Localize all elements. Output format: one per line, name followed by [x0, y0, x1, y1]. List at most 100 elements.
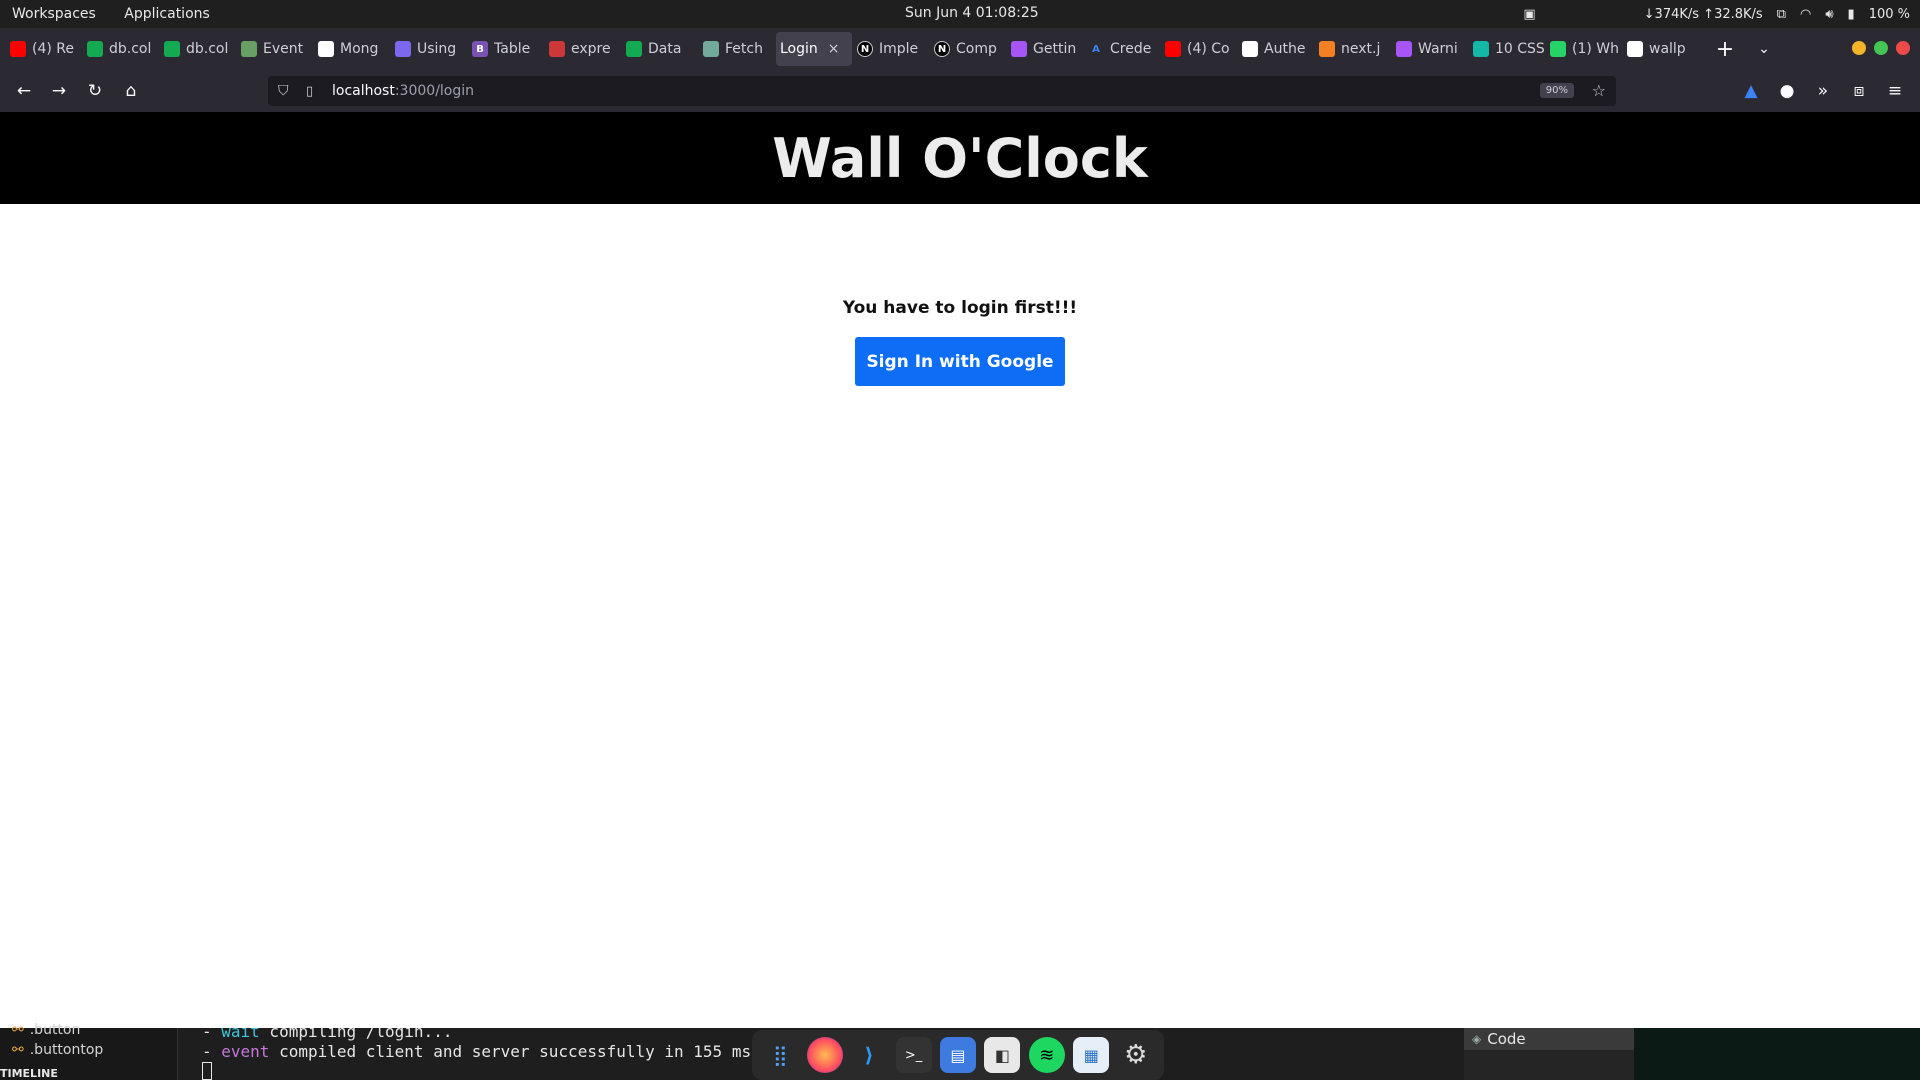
- browser-tab[interactable]: N Comp: [930, 32, 1006, 66]
- apps-grid-icon[interactable]: ⣿: [762, 1037, 798, 1073]
- workspaces-menu[interactable]: Workspaces: [12, 6, 96, 22]
- screenshot-icon[interactable]: ▣: [1523, 7, 1535, 22]
- outline-item[interactable]: ⚯ .buttontop: [12, 1042, 103, 1058]
- npm-icon: [549, 41, 565, 57]
- site-icon: [1011, 41, 1027, 57]
- firefox-icon[interactable]: [806, 1037, 843, 1073]
- browser-tab[interactable]: wallp: [1623, 32, 1699, 66]
- browser-tab[interactable]: (4) Re: [6, 32, 82, 66]
- libreoffice-icon[interactable]: ◧: [984, 1037, 1021, 1073]
- maximize-window-button[interactable]: [1874, 41, 1888, 55]
- symbol-class-icon: ⚯: [12, 1022, 24, 1038]
- address-bar[interactable]: ⛉ ▯ localhost:3000/login 90% ☆: [268, 76, 1616, 106]
- site-title: Wall O'Clock: [772, 126, 1148, 190]
- symbol-class-icon: ⚯: [12, 1042, 24, 1058]
- youtube-icon: [1165, 41, 1181, 57]
- account-avatar-icon[interactable]: ●: [1774, 78, 1800, 104]
- browser-tab[interactable]: (1) Wh: [1546, 32, 1622, 66]
- tab-label: (4) Re: [32, 41, 74, 57]
- volume-icon[interactable]: 🔊︎: [1825, 7, 1833, 22]
- terminal-cursor: [202, 1062, 212, 1080]
- tab-label: Fetch: [725, 41, 763, 57]
- page-info-icon[interactable]: ▯: [306, 84, 324, 99]
- browser-tab[interactable]: (4) Co: [1161, 32, 1237, 66]
- tab-label: Imple: [879, 41, 919, 57]
- files-icon[interactable]: ▤: [939, 1037, 976, 1073]
- writer-icon[interactable]: ▦: [1073, 1037, 1110, 1073]
- bookmark-star-icon[interactable]: ☆: [1592, 81, 1606, 100]
- browser-tab[interactable]: A Crede: [1084, 32, 1160, 66]
- minimize-window-button[interactable]: [1852, 41, 1866, 55]
- tab-label: Login: [780, 41, 818, 57]
- browser-tab[interactable]: B Table: [468, 32, 544, 66]
- battery-icon[interactable]: ▮: [1848, 7, 1855, 22]
- timeline-section-header[interactable]: TIMELINE: [0, 1067, 58, 1080]
- wifi-icon[interactable]: ◠: [1800, 7, 1811, 22]
- tab-label: Warni: [1418, 41, 1458, 57]
- extension-icon[interactable]: ▲: [1738, 78, 1764, 104]
- terminal-line: - event compiled client and server succe…: [202, 1042, 750, 1061]
- nodejs-icon: [241, 41, 257, 57]
- spotify-icon[interactable]: ≋: [1028, 1037, 1065, 1073]
- medium-icon: [318, 41, 334, 57]
- reload-icon[interactable]: ↻: [82, 78, 108, 104]
- browser-tab[interactable]: 10 CSS: [1469, 32, 1545, 66]
- tab-label: expre: [571, 41, 611, 57]
- zoom-level-badge[interactable]: 90%: [1539, 83, 1574, 98]
- browser-tab[interactable]: next.j: [1315, 32, 1391, 66]
- site-header: Wall O'Clock: [0, 112, 1920, 204]
- browser-tab[interactable]: Gettin: [1007, 32, 1083, 66]
- browser-tab[interactable]: expre: [545, 32, 621, 66]
- whatsapp-icon: [1550, 41, 1566, 57]
- clock[interactable]: Sun Jun 4 01:08:25: [905, 5, 1039, 21]
- close-window-button[interactable]: [1896, 41, 1910, 55]
- clipboard-icon[interactable]: ⧉: [1777, 7, 1786, 22]
- outline-item[interactable]: ⚯ .button: [12, 1022, 80, 1038]
- browser-tab[interactable]: db.col: [160, 32, 236, 66]
- close-tab-icon[interactable]: ×: [828, 41, 840, 57]
- battery-level: 100 %: [1868, 6, 1910, 22]
- browser-tab[interactable]: Warni: [1392, 32, 1468, 66]
- mongodb-icon: [626, 41, 642, 57]
- forward-arrow-icon[interactable]: →: [46, 78, 72, 104]
- browser-tab[interactable]: Login ×: [776, 32, 852, 66]
- browser-tab[interactable]: db.col: [83, 32, 159, 66]
- google-sign-in-button[interactable]: Sign In with Google: [855, 337, 1065, 386]
- browser-tab[interactable]: Data: [622, 32, 698, 66]
- settings-icon[interactable]: ⚙: [1118, 1037, 1154, 1073]
- new-tab-icon[interactable]: +: [1710, 37, 1740, 62]
- terminal-output[interactable]: - wait compiling /login... - event compi…: [190, 1028, 750, 1080]
- shield-icon[interactable]: ⛉: [278, 83, 296, 99]
- extensions-puzzle-icon[interactable]: ⧈: [1846, 78, 1872, 104]
- browser-tab[interactable]: Authe: [1238, 32, 1314, 66]
- applications-menu[interactable]: Applications: [124, 6, 210, 22]
- browser-tab[interactable]: N Imple: [853, 32, 929, 66]
- browser-tab[interactable]: Fetch: [699, 32, 775, 66]
- stackoverflow-icon: [1319, 41, 1335, 57]
- home-icon[interactable]: ⌂: [118, 78, 144, 104]
- overflow-chevrons-icon[interactable]: »: [1810, 78, 1836, 104]
- back-arrow-icon[interactable]: ←: [11, 78, 37, 104]
- tab-label: Crede: [1110, 41, 1152, 57]
- tab-list-chevron-icon[interactable]: ⌄: [1752, 41, 1776, 57]
- terminal-icon[interactable]: >_: [895, 1037, 932, 1073]
- browser-tab[interactable]: Mong: [314, 32, 390, 66]
- nextjs-icon: N: [934, 41, 950, 57]
- tab-label: Data: [648, 41, 682, 57]
- github-icon: [1242, 41, 1258, 57]
- url-text[interactable]: localhost:3000/login: [332, 83, 474, 99]
- youtube-icon: [10, 41, 26, 57]
- tab-label: (4) Co: [1187, 41, 1230, 57]
- browser-tab[interactable]: Using: [391, 32, 467, 66]
- hamburger-menu-icon[interactable]: ≡: [1882, 78, 1908, 104]
- api-icon: A: [1092, 43, 1100, 55]
- login-required-message: You have to login first!!!: [842, 298, 1078, 318]
- code-tab[interactable]: ◈ Code: [1464, 1028, 1634, 1050]
- browser-tab[interactable]: Event: [237, 32, 313, 66]
- tab-label: Mong: [340, 41, 379, 57]
- vscode-icon[interactable]: ⟩: [851, 1037, 887, 1073]
- system-top-bar: Workspaces Applications Sun Jun 4 01:08:…: [0, 0, 1920, 28]
- tab-label: Authe: [1264, 41, 1306, 57]
- site-icon: [1473, 41, 1489, 57]
- bottom-desktop-area: ⚯ .button ⚯ .buttontop TIMELINE - wait c…: [0, 1022, 1920, 1080]
